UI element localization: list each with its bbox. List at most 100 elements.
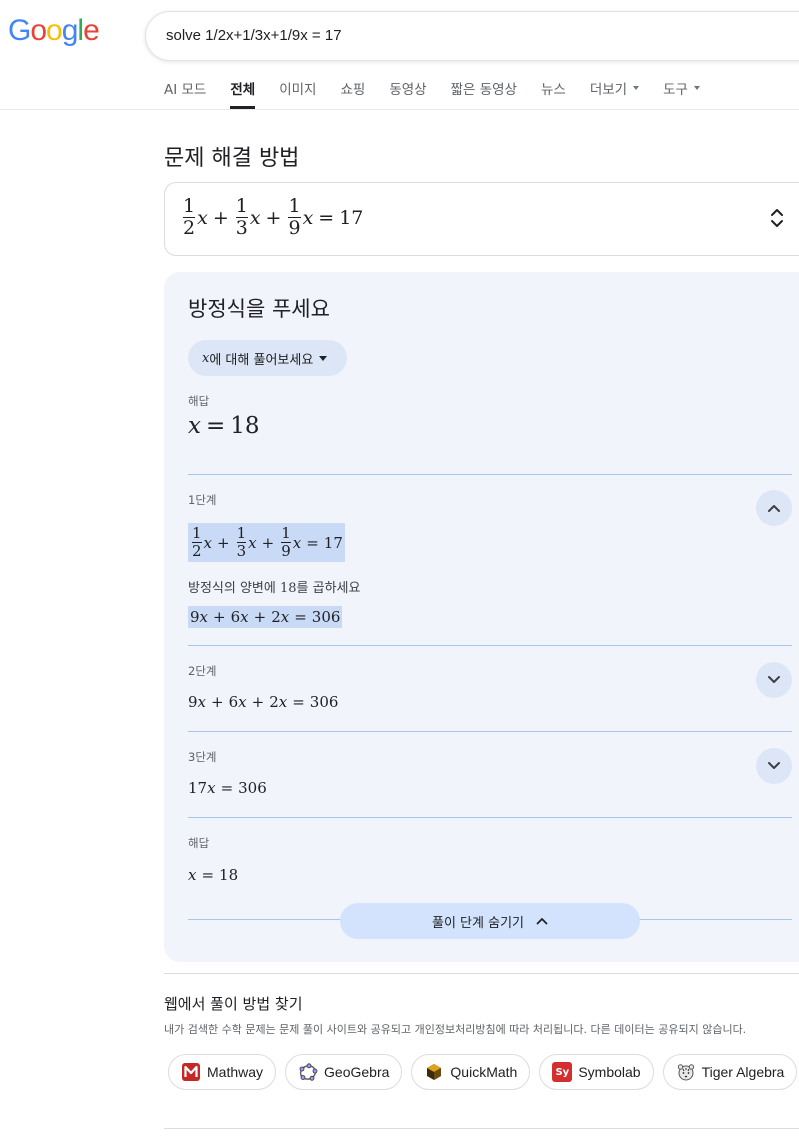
problem-equation[interactable]: 12 x + 13 x + 19 x = 17 bbox=[181, 195, 364, 239]
logo-letter: G bbox=[8, 14, 31, 47]
chevron-up-icon bbox=[768, 505, 780, 512]
variable: x bbox=[207, 779, 216, 797]
chevron-down-icon bbox=[768, 676, 780, 683]
solve-for-dropdown[interactable]: x에 대해 풀어보세요 bbox=[188, 340, 347, 376]
tab-label: 동영상 bbox=[389, 82, 427, 98]
variable: x bbox=[203, 533, 213, 552]
caret-down-icon bbox=[319, 355, 328, 361]
tab-ai-mode[interactable]: AI 모드 bbox=[164, 78, 206, 109]
variable: x bbox=[188, 866, 197, 884]
tab-label: 짧은 동영상 bbox=[450, 82, 517, 98]
numerator: 1 bbox=[281, 523, 291, 542]
variable: x bbox=[188, 413, 201, 439]
tab-all[interactable]: 전체 bbox=[230, 78, 255, 109]
search-query[interactable]: solve 1/2x+1/3x+1/9x = 17 bbox=[166, 27, 342, 44]
answer-value: 18 bbox=[219, 866, 239, 884]
tab-tools[interactable]: 도구 bbox=[663, 78, 700, 109]
tab-images[interactable]: 이미지 bbox=[279, 78, 316, 109]
chevron-down-icon bbox=[768, 762, 780, 769]
unfold-more-icon[interactable] bbox=[770, 203, 784, 233]
divider bbox=[188, 645, 792, 646]
tabs-divider bbox=[0, 109, 799, 110]
source-label: Tiger Algebra bbox=[701, 1064, 785, 1080]
plus-sign: + bbox=[211, 693, 224, 711]
source-label: Symbolab bbox=[578, 1064, 641, 1080]
numerator: 1 bbox=[236, 523, 247, 542]
denominator: 3 bbox=[236, 541, 247, 560]
tab-videos[interactable]: 동영상 bbox=[389, 78, 426, 109]
problem-input[interactable]: 12 x + 13 x + 19 x = 17 bbox=[164, 182, 799, 256]
answer-value: 18 bbox=[230, 413, 260, 439]
tab-label: 쇼핑 bbox=[340, 82, 366, 98]
variable: x bbox=[197, 206, 208, 229]
variable: x bbox=[199, 608, 209, 626]
fraction: 19 bbox=[288, 196, 301, 239]
variable: x bbox=[240, 608, 249, 626]
variable: x bbox=[302, 206, 314, 229]
rhs-value: 17 bbox=[339, 206, 364, 229]
tab-label: 전체 bbox=[230, 82, 256, 98]
tiger-algebra-icon bbox=[676, 1062, 696, 1082]
caret-down-icon bbox=[693, 86, 700, 90]
step2-result: 9x + 6x + 2x = 306 bbox=[188, 693, 338, 711]
numerator: 1 bbox=[235, 195, 248, 217]
source-label: GeoGebra bbox=[324, 1064, 390, 1080]
mathway-icon bbox=[181, 1062, 201, 1082]
plus-sign: + bbox=[251, 693, 265, 711]
answer-equation: x = 18 bbox=[188, 413, 260, 439]
step3-result: 17 x = 306 bbox=[188, 779, 267, 797]
numerator: 1 bbox=[183, 195, 196, 217]
coefficient: 2 bbox=[269, 693, 279, 711]
collapse-step-button[interactable] bbox=[756, 490, 792, 526]
final-answer: x = 18 bbox=[188, 866, 238, 884]
search-tabs: AI 모드 전체 이미지 쇼핑 동영상 짧은 동영상 뉴스 더보기 도구 bbox=[164, 78, 724, 109]
search-input[interactable]: solve 1/2x+1/3x+1/9x = 17 bbox=[145, 11, 799, 61]
caret-down-icon bbox=[633, 86, 640, 90]
source-chip-geogebra[interactable]: GeoGebra bbox=[285, 1054, 403, 1090]
source-chip-mathway[interactable]: Mathway bbox=[168, 1054, 277, 1090]
google-logo[interactable]: Google bbox=[8, 14, 100, 48]
symbolab-icon: Sy bbox=[552, 1062, 573, 1082]
tab-shopping[interactable]: 쇼핑 bbox=[340, 78, 365, 109]
tab-news[interactable]: 뉴스 bbox=[541, 78, 566, 109]
instruction-text: 를 곱하세요 bbox=[296, 581, 361, 596]
step1-instruction: 방정식의 양변에 18를 곱하세요 bbox=[188, 577, 360, 596]
expand-step-button[interactable] bbox=[756, 662, 792, 698]
equals-sign: = bbox=[318, 206, 335, 229]
variable: x bbox=[202, 350, 210, 366]
variable: x bbox=[238, 693, 247, 711]
fraction: 12 bbox=[183, 195, 196, 239]
divider bbox=[188, 731, 792, 732]
denominator: 2 bbox=[183, 216, 196, 239]
variable: x bbox=[197, 693, 207, 711]
equals-sign: = bbox=[306, 533, 319, 552]
tab-short-videos[interactable]: 짧은 동영상 bbox=[451, 78, 517, 109]
step-label: 1단계 bbox=[188, 493, 217, 507]
web-section-description: 내가 검색한 수학 문제는 문제 풀이 사이트와 공유되고 개인정보처리방침에 … bbox=[164, 1023, 747, 1036]
source-chip-quickmath[interactable]: QuickMath bbox=[411, 1054, 531, 1090]
coefficient: 6 bbox=[228, 693, 239, 711]
tab-more[interactable]: 더보기 bbox=[590, 78, 640, 109]
solve-for-label: 에 대해 풀어보세요 bbox=[209, 352, 314, 368]
divider bbox=[164, 973, 799, 974]
plus-sign: + bbox=[253, 608, 267, 626]
plus-sign: + bbox=[212, 206, 229, 229]
variable: x bbox=[280, 608, 290, 626]
source-chip-tiger-algebra[interactable]: Tiger Algebra bbox=[662, 1054, 798, 1090]
divider bbox=[164, 1128, 799, 1129]
equals-sign: = bbox=[220, 779, 234, 797]
step1-result: 9x + 6x + 2x = 306 bbox=[188, 606, 343, 628]
step-label: 2단계 bbox=[188, 664, 217, 678]
source-chip-symbolab[interactable]: Sy Symbolab bbox=[539, 1054, 654, 1090]
card-title: 방정식을 푸세요 bbox=[188, 297, 330, 321]
expand-step-button[interactable] bbox=[756, 748, 792, 784]
tab-label: AI 모드 bbox=[164, 82, 207, 98]
variable: x bbox=[292, 533, 302, 552]
step-label: 3단계 bbox=[188, 750, 217, 764]
hide-steps-button[interactable]: 풀이 단계 숨기기 bbox=[340, 903, 640, 939]
step1-equation: 12 x + 13 x + 19 x = 17 bbox=[188, 523, 345, 562]
rhs-value: 306 bbox=[238, 779, 267, 797]
source-label: QuickMath bbox=[450, 1064, 518, 1080]
coefficient: 9 bbox=[190, 608, 200, 626]
divider bbox=[188, 474, 792, 475]
